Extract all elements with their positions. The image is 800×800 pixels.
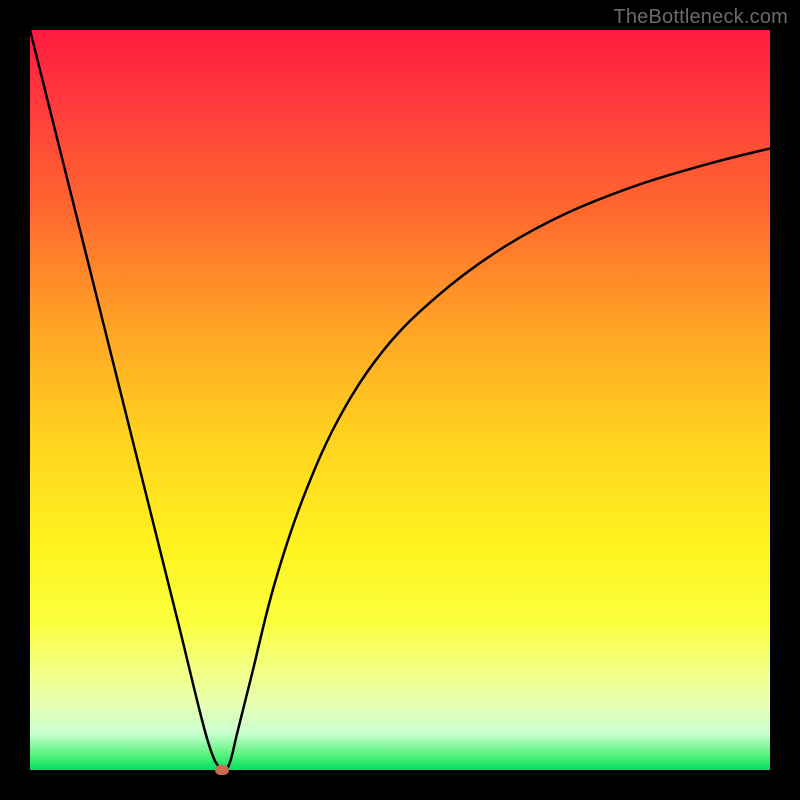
watermark-text: TheBottleneck.com — [613, 6, 788, 29]
minimum-marker — [215, 765, 229, 775]
line-chart — [30, 30, 770, 770]
bottleneck-curve — [30, 30, 770, 771]
chart-frame: TheBottleneck.com — [0, 0, 800, 800]
plot-area — [30, 30, 770, 770]
